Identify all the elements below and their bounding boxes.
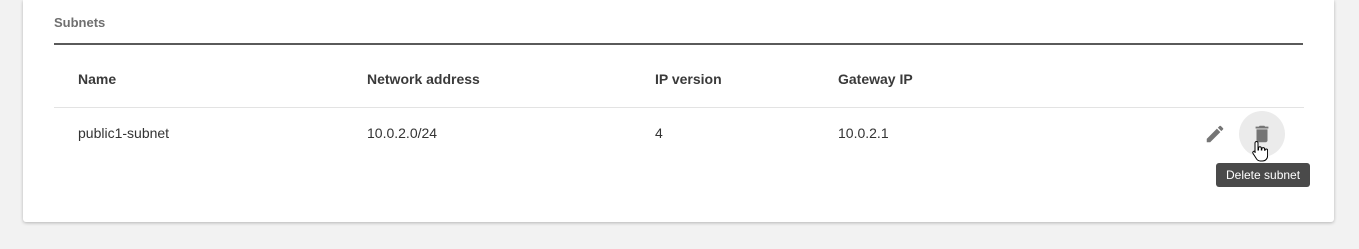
subnets-card: Subnets Name Network address IP version … <box>23 0 1334 222</box>
column-header-network-address[interactable]: Network address <box>367 71 480 87</box>
network-address-cell: 10.0.2.0/24 <box>367 125 438 141</box>
column-header-gateway-ip[interactable]: Gateway IP <box>838 71 913 87</box>
edit-subnet-button[interactable] <box>1192 111 1238 157</box>
row-divider <box>54 107 1304 108</box>
ip-version-cell: 4 <box>655 125 663 141</box>
section-divider <box>54 43 1303 45</box>
hand-cursor-icon <box>1252 140 1268 162</box>
column-header-ip-version[interactable]: IP version <box>655 71 722 87</box>
gateway-ip-cell: 10.0.2.1 <box>838 125 889 141</box>
delete-subnet-tooltip: Delete subnet <box>1216 163 1311 187</box>
pencil-icon <box>1206 125 1224 143</box>
section-title: Subnets <box>54 15 106 30</box>
column-header-name[interactable]: Name <box>78 71 116 87</box>
subnet-name-cell: public1-subnet <box>78 125 170 141</box>
